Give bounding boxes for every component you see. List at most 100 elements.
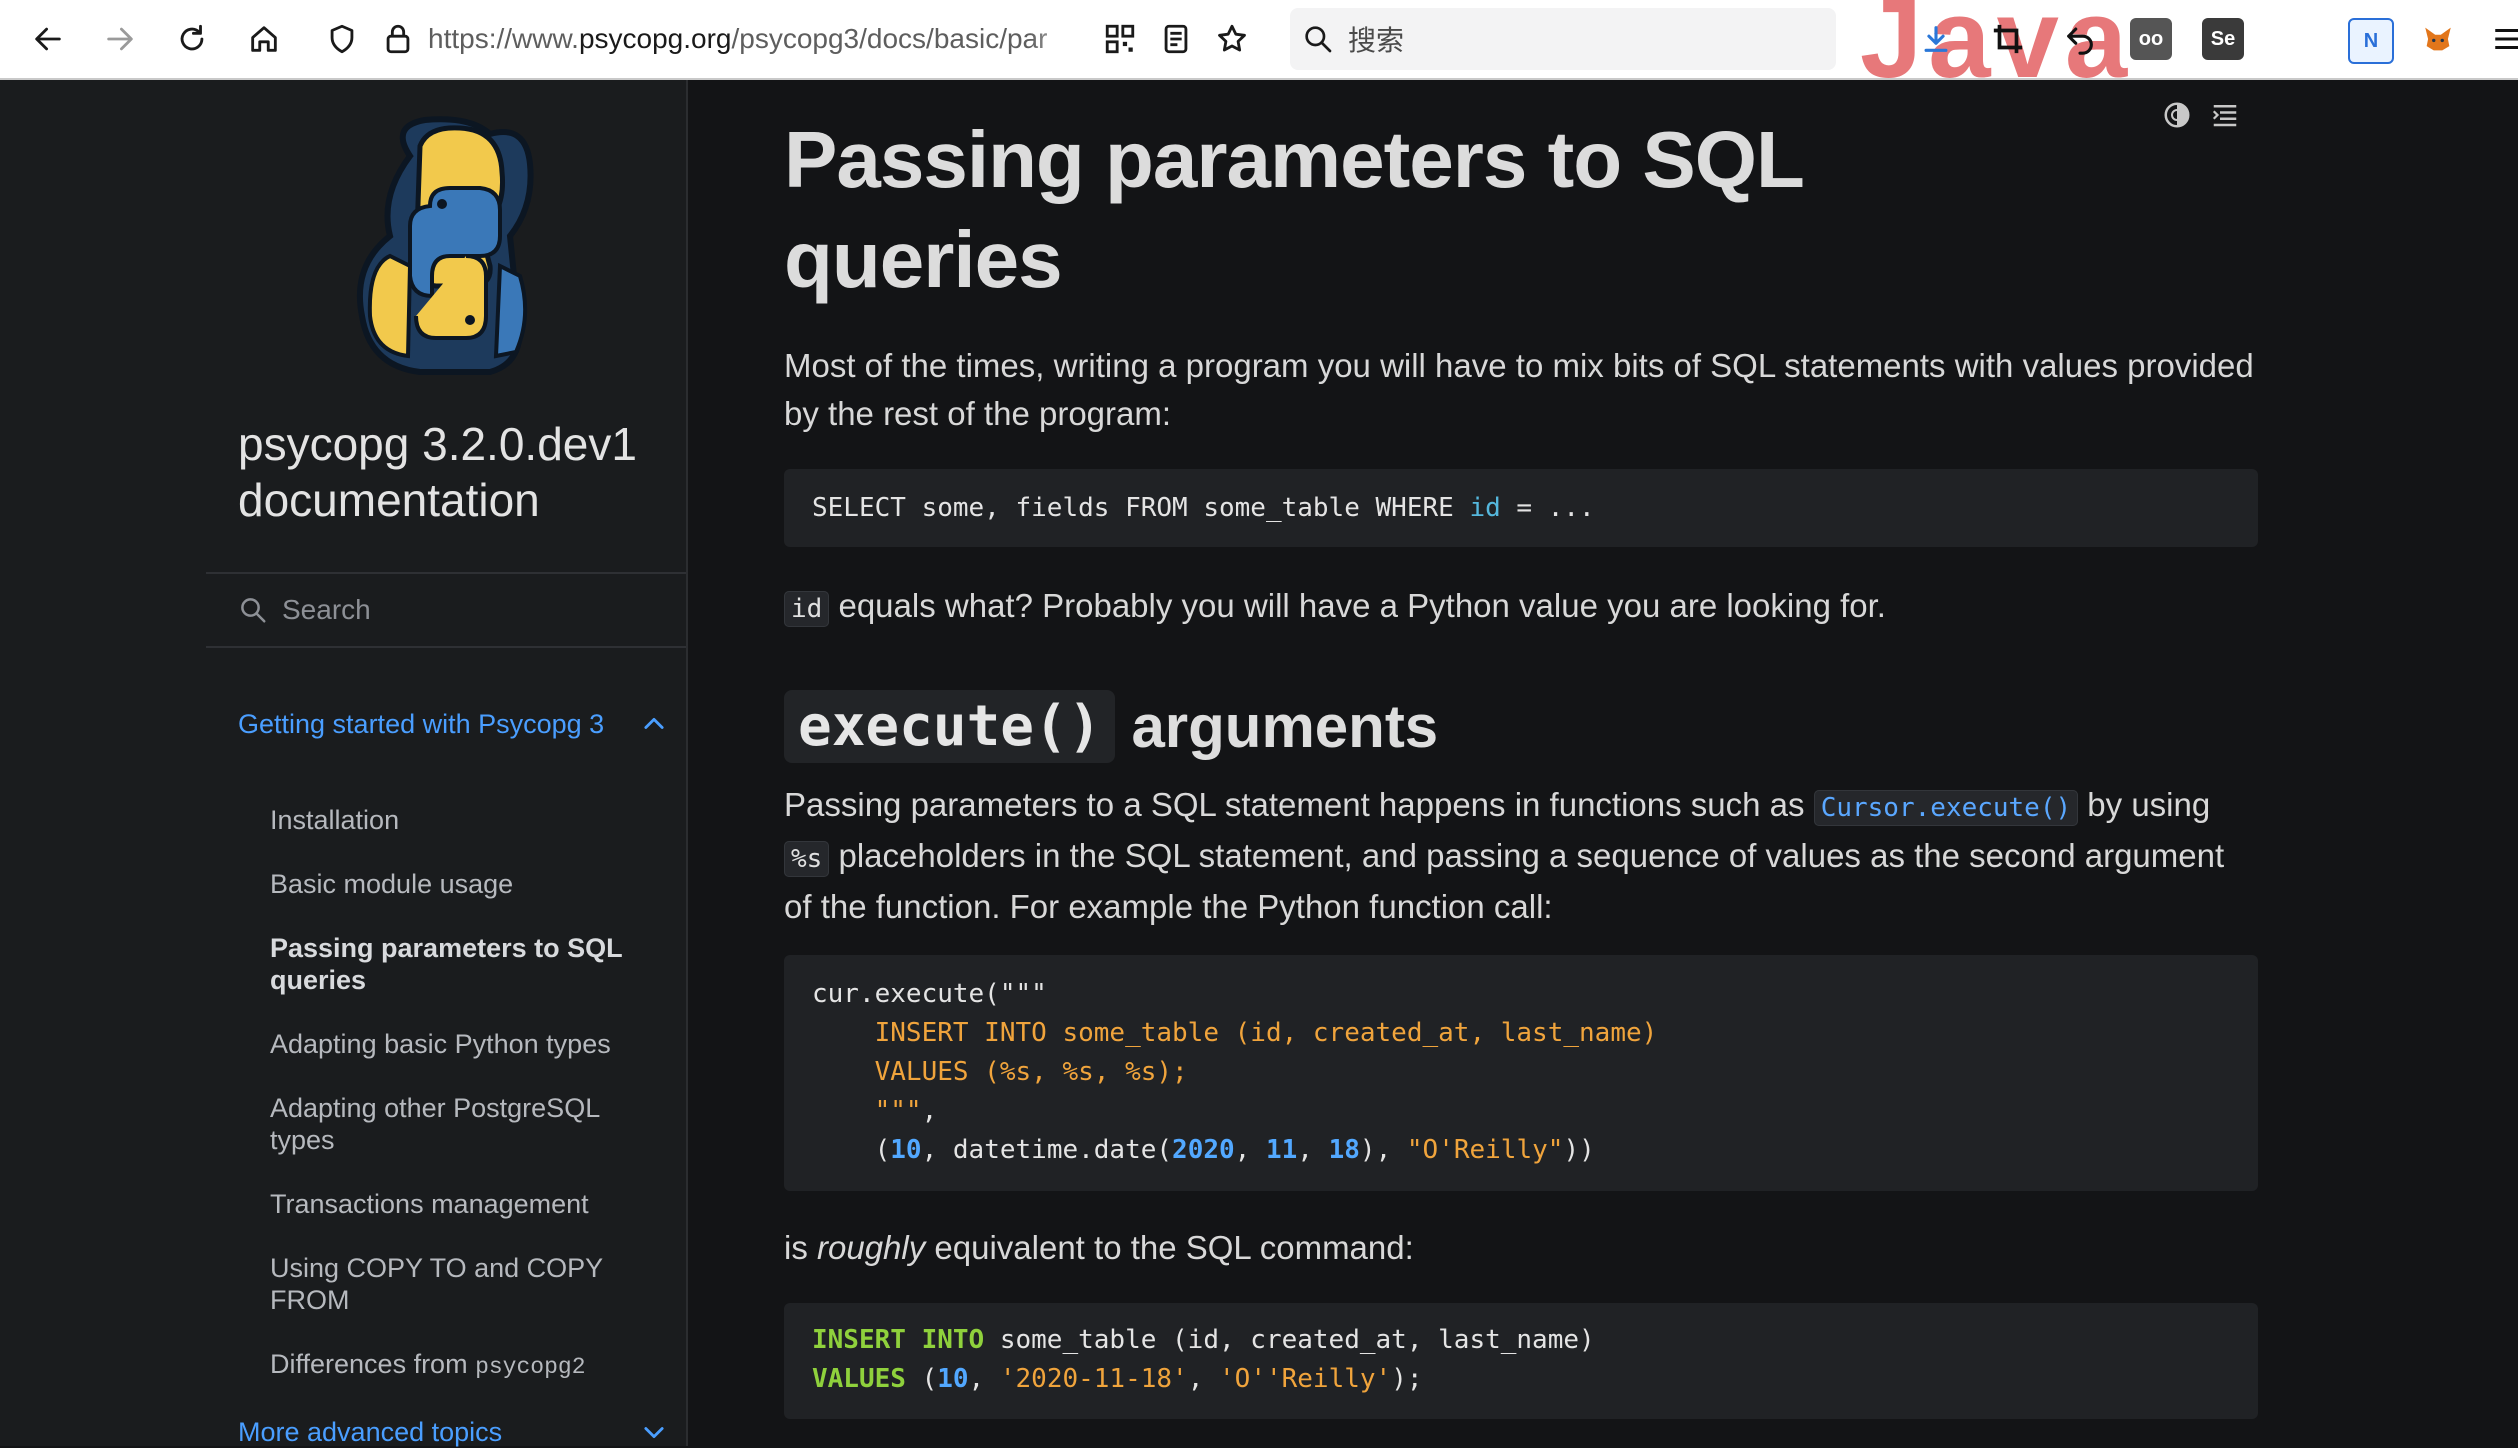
equivalent-em: roughly bbox=[817, 1229, 926, 1266]
code3-n1: 10 bbox=[937, 1364, 969, 1394]
reload-icon[interactable] bbox=[172, 19, 212, 59]
code2-l5a: ( bbox=[812, 1135, 891, 1165]
code2-sep2: , bbox=[1297, 1135, 1329, 1165]
code1-part-b: = ... bbox=[1500, 493, 1595, 523]
url-fade bbox=[1030, 8, 1090, 70]
metamask-fox-icon[interactable] bbox=[2418, 19, 2458, 59]
code2-line5: (10, datetime.date(2020, 11, 18), "O'Rei… bbox=[812, 1131, 2230, 1170]
url-prefix: https://www. bbox=[428, 23, 579, 54]
table-of-contents-icon[interactable] bbox=[2210, 100, 2240, 130]
docs-sidebar: psycopg 3.2.0.dev1 documentation Search … bbox=[0, 80, 688, 1448]
web-search-placeholder: 搜索 bbox=[1348, 24, 1405, 57]
project-title[interactable]: psycopg 3.2.0.dev1 documentation bbox=[238, 416, 668, 528]
nav-item-basic-usage[interactable]: Basic module usage bbox=[270, 868, 660, 900]
chevron-down-icon[interactable] bbox=[640, 1418, 668, 1446]
code2-line3: VALUES (%s, %s, %s); bbox=[812, 1057, 1188, 1087]
forward-icon[interactable] bbox=[100, 19, 140, 59]
code2-line2: INSERT INTO some_table (id, created_at, … bbox=[812, 1018, 1658, 1048]
reader-view-icon[interactable] bbox=[1156, 19, 1196, 59]
nav-section-advanced[interactable]: More advanced topics bbox=[238, 1416, 618, 1448]
chevron-up-icon[interactable] bbox=[640, 710, 668, 738]
code3-s2: 'O''Reilly' bbox=[1219, 1364, 1392, 1394]
section-heading-text: arguments bbox=[1131, 693, 1439, 760]
execute-paragraph-b: by using bbox=[2078, 786, 2211, 823]
undo-icon[interactable] bbox=[2060, 19, 2100, 59]
equivalent-paragraph: is roughly equivalent to the SQL command… bbox=[784, 1224, 2258, 1272]
sidebar-search-input[interactable]: Search bbox=[206, 572, 686, 648]
nav-item-installation[interactable]: Installation bbox=[270, 804, 660, 836]
code2-line1: cur.execute(""" bbox=[812, 979, 1047, 1009]
download-icon[interactable] bbox=[1916, 19, 1956, 59]
inline-code-id: id bbox=[784, 591, 830, 627]
execute-paragraph-c: placeholders in the SQL statement, and p… bbox=[784, 837, 2225, 925]
code3-l2c: , bbox=[1187, 1364, 1220, 1394]
code2-line4-comma: , bbox=[921, 1096, 938, 1126]
code1-id: id bbox=[1469, 493, 1501, 523]
code3-s1: '2020-11-18' bbox=[999, 1364, 1188, 1394]
code2-n2: 2020 bbox=[1172, 1135, 1235, 1165]
section-heading-execute: execute() arguments bbox=[784, 690, 1438, 763]
code1-part-a: SELECT some, fields FROM some_table WHER… bbox=[812, 493, 1470, 523]
nav-item-passing-parameters[interactable]: Passing parameters to SQL queries bbox=[270, 932, 660, 996]
code2-l5b: , datetime.date( bbox=[921, 1135, 1173, 1165]
inline-code-placeholder: %s bbox=[784, 841, 830, 877]
execute-paragraph-a: Passing parameters to a SQL statement ha… bbox=[784, 786, 1814, 823]
crop-icon[interactable] bbox=[1988, 19, 2028, 59]
code3-line1: INSERT INTO some_table (id, created_at, … bbox=[812, 1321, 2230, 1360]
extension-oo-icon[interactable]: oo bbox=[2130, 18, 2172, 60]
code2-sep1: , bbox=[1234, 1135, 1266, 1165]
shield-icon[interactable] bbox=[322, 19, 362, 59]
page-title: Passing parameters to SQL queries bbox=[784, 115, 1803, 304]
nav-item-differences-label: Differences from bbox=[270, 1349, 476, 1379]
code3-l2b: , bbox=[968, 1364, 1000, 1394]
nav-item-differences[interactable]: Differences from psycopg2 bbox=[270, 1348, 660, 1383]
nav-item-adapting-other[interactable]: Adapting other PostgreSQL types bbox=[270, 1092, 660, 1156]
equivalent-b: equivalent to the SQL command: bbox=[925, 1229, 1414, 1266]
search-icon bbox=[1305, 26, 1332, 53]
extension-n-icon[interactable]: N bbox=[2348, 18, 2394, 64]
nav-item-copy[interactable]: Using COPY TO and COPY FROM bbox=[270, 1252, 660, 1316]
nav-item-adapting-basic[interactable]: Adapting basic Python types bbox=[270, 1028, 660, 1060]
code2-s1: "O'Reilly" bbox=[1406, 1135, 1564, 1165]
equivalent-a: is bbox=[784, 1229, 817, 1266]
code3-l2a: ( bbox=[905, 1364, 938, 1394]
code3-line2: VALUES (10, '2020-11-18', 'O''Reilly'); bbox=[812, 1360, 2230, 1399]
code3-kw1: INSERT INTO bbox=[812, 1325, 985, 1355]
theme-toggle-icon[interactable] bbox=[2162, 100, 2192, 130]
lock-icon[interactable] bbox=[378, 19, 418, 59]
psycopg-logo[interactable] bbox=[350, 116, 546, 376]
browser-toolbar: https://www. psycopg.org/psycopg3/docs/ba… bbox=[0, 0, 2518, 80]
nav-section-getting-started[interactable]: Getting started with Psycopg 3 bbox=[238, 708, 618, 740]
menu-icon[interactable] bbox=[2488, 19, 2518, 59]
project-title-line1: psycopg 3.2.0.dev1 bbox=[238, 418, 637, 470]
execute-paragraph: Passing parameters to a SQL statement ha… bbox=[784, 781, 2258, 931]
back-icon[interactable] bbox=[28, 19, 68, 59]
code3-l1: some_table (id, created_at, last_name) bbox=[984, 1325, 1595, 1355]
code2-n3: 11 bbox=[1265, 1135, 1298, 1165]
cursor-execute-link[interactable]: Cursor.execute() bbox=[1813, 790, 2079, 826]
qr-code-icon[interactable] bbox=[1100, 19, 1140, 59]
code3-kw2: VALUES bbox=[812, 1364, 906, 1394]
bookmark-star-icon[interactable] bbox=[1212, 19, 1252, 59]
code2-line4-quotes: """ bbox=[812, 1096, 922, 1126]
code-block-sql: INSERT INTO some_table (id, created_at, … bbox=[784, 1303, 2258, 1419]
code2-l5d: )) bbox=[1563, 1135, 1595, 1165]
home-icon[interactable] bbox=[244, 19, 284, 59]
project-title-line2: documentation bbox=[238, 474, 540, 526]
code-block-select: SELECT some, fields FROM some_table WHER… bbox=[784, 469, 2258, 547]
url-host: psycopg.org bbox=[578, 23, 732, 54]
search-icon bbox=[241, 598, 266, 623]
id-paragraph: id equals what? Probably you will have a… bbox=[784, 582, 2258, 633]
url-path: /psycopg3/docs/basic/par bbox=[731, 23, 1048, 54]
extension-selenium-icon[interactable]: Se bbox=[2202, 18, 2244, 60]
sidebar-search-placeholder: Search bbox=[282, 594, 371, 625]
id-paragraph-text: equals what? Probably you will have a Py… bbox=[829, 587, 1886, 624]
web-search-field[interactable]: 搜索 bbox=[1290, 8, 1836, 70]
code3-l2d: ); bbox=[1391, 1364, 1423, 1394]
intro-paragraph: Most of the times, writing a program you… bbox=[784, 347, 2254, 432]
code2-l5c: ), bbox=[1359, 1135, 1407, 1165]
nav-item-differences-code: psycopg2 bbox=[475, 1354, 586, 1380]
code2-line4: """, bbox=[812, 1092, 2230, 1131]
section-heading-code: execute() bbox=[784, 690, 1116, 763]
nav-item-transactions[interactable]: Transactions management bbox=[270, 1188, 660, 1220]
